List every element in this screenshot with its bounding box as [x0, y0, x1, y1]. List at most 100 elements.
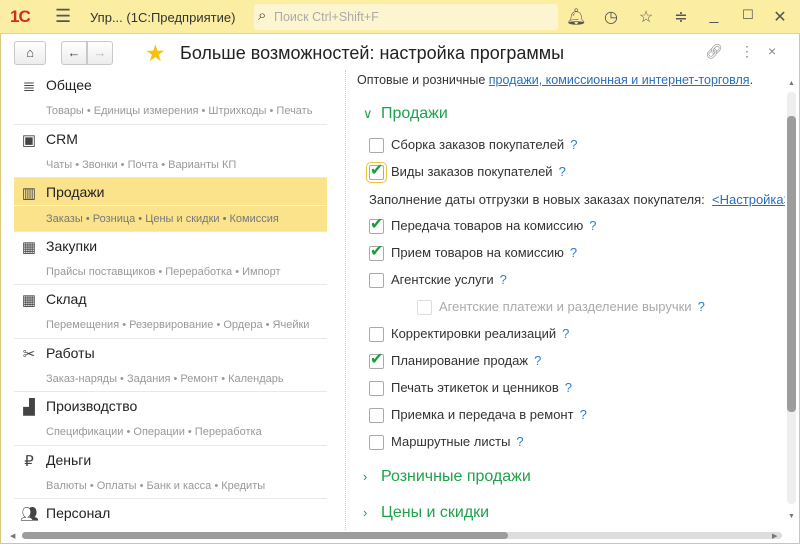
item-title: CRM: [46, 130, 78, 147]
group-retail-header[interactable]: › Розничные продажи: [363, 468, 531, 486]
close-form-icon[interactable]: ×: [768, 43, 776, 59]
help-icon[interactable]: ?: [580, 407, 587, 422]
option-label[interactable]: Печать этикеток и ценников: [391, 380, 559, 395]
factory-icon: ▟: [23, 399, 35, 416]
option-label[interactable]: Агентские платежи и разделение выручки: [439, 299, 692, 314]
forward-button[interactable]: →: [87, 41, 113, 65]
functions-menu-icon[interactable]: ≑: [671, 7, 691, 27]
search-icon: ⌕: [258, 7, 267, 24]
help-icon[interactable]: ?: [565, 380, 572, 395]
option-label[interactable]: Прием товаров на комиссию: [391, 245, 564, 260]
sidebar-item-warehouse[interactable]: ▦ Склад Перемещения • Резервирование • Орд…: [14, 285, 327, 339]
sidebar-item-sales[interactable]: ▥ Продажи Заказы • Розница • Цены и скидки…: [14, 178, 327, 232]
item-title: Продажи: [46, 184, 105, 200]
option-label[interactable]: Виды заказов покупателей: [391, 164, 553, 179]
group-title: Продажи: [381, 105, 448, 122]
sidebar-item-works[interactable]: ✂ Работы Заказ-наряды • Задания • Ремонт •…: [14, 339, 327, 392]
option-checkbox[interactable]: [369, 381, 384, 397]
intro-text: Оптовые и розничные продажи, комиссионна…: [357, 73, 753, 87]
option-checkbox[interactable]: [369, 273, 384, 289]
horizontal-scroll-thumb[interactable]: [22, 532, 508, 539]
option-label[interactable]: Маршрутные листы: [391, 434, 510, 449]
help-icon[interactable]: ?: [559, 164, 566, 179]
scroll-right-icon[interactable]: ▶: [772, 532, 777, 540]
option-label[interactable]: Корректировки реализаций: [391, 326, 556, 341]
more-icon[interactable]: ⋮: [740, 43, 754, 60]
back-button[interactable]: ←: [61, 41, 87, 65]
option-label[interactable]: Передача товаров на комиссию: [391, 218, 583, 233]
chevron-right-icon: ›: [363, 469, 368, 484]
warehouse-icon: ▦: [21, 292, 37, 309]
option-checkbox[interactable]: [369, 408, 384, 424]
page-title: Больше возможностей: настройка программы: [180, 43, 565, 63]
option-row: Агентские платежи и разделение выручки?: [417, 298, 705, 316]
option-row: Сборка заказов покупателей?: [369, 136, 577, 154]
basket-icon: ▥: [21, 185, 37, 202]
favorite-star-icon[interactable]: ★: [145, 40, 166, 67]
option-checkbox[interactable]: [369, 138, 384, 154]
scroll-down-icon[interactable]: ▼: [788, 513, 795, 520]
maximize-icon[interactable]: ☐: [738, 7, 758, 23]
link-icon[interactable]: 🔗︎: [705, 43, 723, 60]
sidebar-item-general[interactable]: ≣ Общее Товары • Единицы измерения • Штрих…: [14, 71, 327, 125]
group-sales-header[interactable]: ∨ Продажи: [363, 105, 448, 123]
help-icon[interactable]: ?: [589, 218, 596, 233]
minimize-icon[interactable]: _: [704, 7, 724, 25]
search-input[interactable]: ⌕ Поиск Ctrl+Shift+F: [254, 4, 558, 30]
item-subtitle: Заказ-наряды • Задания • Ремонт • Календ…: [46, 372, 284, 385]
option-checkbox[interactable]: [369, 243, 384, 262]
group-title: Цены и скидки: [381, 504, 490, 521]
option-row: Маршрутные листы?: [369, 433, 524, 451]
item-subtitle: Товары • Единицы измерения • Штрихкоды •…: [46, 105, 313, 117]
star-outline-icon[interactable]: ☆: [636, 7, 656, 27]
vertical-scroll-thumb[interactable]: [787, 116, 796, 412]
group-title: Розничные продажи: [381, 468, 531, 485]
fill-date-settings-link[interactable]: <Настройка>: [712, 192, 785, 207]
option-checkbox[interactable]: [417, 300, 432, 316]
sidebar-item-personnel[interactable]: 👥︎ Персонал: [14, 499, 327, 553]
menu-icon[interactable]: ☰: [55, 6, 71, 27]
help-icon[interactable]: ?: [500, 272, 507, 287]
ruble-icon: ₽: [24, 452, 34, 470]
app-title: Упр... (1С:Предприятие): [90, 10, 236, 25]
scroll-left-icon[interactable]: ◀: [10, 532, 15, 540]
help-icon[interactable]: ?: [534, 353, 541, 368]
cart-icon: ▦: [21, 238, 37, 256]
option-checkbox[interactable]: [366, 162, 387, 184]
home-button[interactable]: ⌂: [14, 41, 46, 65]
help-icon[interactable]: ?: [698, 299, 705, 314]
option-checkbox[interactable]: [369, 351, 384, 370]
option-label[interactable]: Приемка и передача в ремонт: [391, 407, 574, 422]
option-label[interactable]: Агентские услуги: [391, 272, 494, 287]
sidebar-item-purchases[interactable]: ▦ Закупки Прайсы поставщиков • Переработка…: [14, 232, 327, 285]
intro-link[interactable]: продажи, комиссионная и интернет-торговл…: [489, 73, 750, 87]
option-row: Корректировки реализаций?: [369, 325, 569, 343]
people-icon: 👥︎: [20, 506, 40, 523]
help-icon[interactable]: ?: [570, 245, 577, 260]
option-label[interactable]: Планирование продаж: [391, 353, 528, 368]
sidebar-item-crm[interactable]: ▣ CRM Чаты • Звонки • Почта • Варианты КП: [14, 125, 327, 178]
item-title: Деньги: [46, 451, 92, 468]
option-checkbox[interactable]: [369, 216, 384, 235]
bell-icon[interactable]: 🔔︎: [566, 7, 586, 27]
item-title: Склад: [46, 291, 87, 307]
option-label[interactable]: Сборка заказов покупателей: [391, 137, 564, 152]
scroll-up-icon[interactable]: ▲: [788, 80, 795, 87]
option-checkbox[interactable]: [369, 327, 384, 343]
help-icon[interactable]: ?: [562, 326, 569, 341]
option-checkbox[interactable]: [369, 435, 384, 451]
panel-divider[interactable]: [345, 70, 346, 530]
item-subtitle: Прайсы поставщиков • Переработка • Импор…: [46, 265, 281, 278]
help-icon[interactable]: ?: [570, 137, 577, 152]
help-icon[interactable]: ?: [516, 434, 523, 449]
sidebar-item-production[interactable]: ▟ Производство Спецификации • Операции • П…: [14, 392, 327, 446]
option-row: Агентские услуги?: [369, 271, 507, 289]
sidebar-item-money[interactable]: ₽ Деньги Валюты • Оплаты • Банк и касса • …: [14, 446, 327, 499]
option-row: Передача товаров на комиссию?: [369, 216, 596, 235]
option-row: Прием товаров на комиссию?: [369, 243, 577, 262]
item-title: Общее: [46, 77, 92, 93]
history-icon[interactable]: ◷: [601, 7, 621, 27]
group-prices-header[interactable]: › Цены и скидки: [363, 504, 489, 522]
close-window-icon[interactable]: ✕: [770, 7, 790, 27]
item-subtitle: Перемещения • Резервирование • Ордера • …: [46, 319, 310, 331]
